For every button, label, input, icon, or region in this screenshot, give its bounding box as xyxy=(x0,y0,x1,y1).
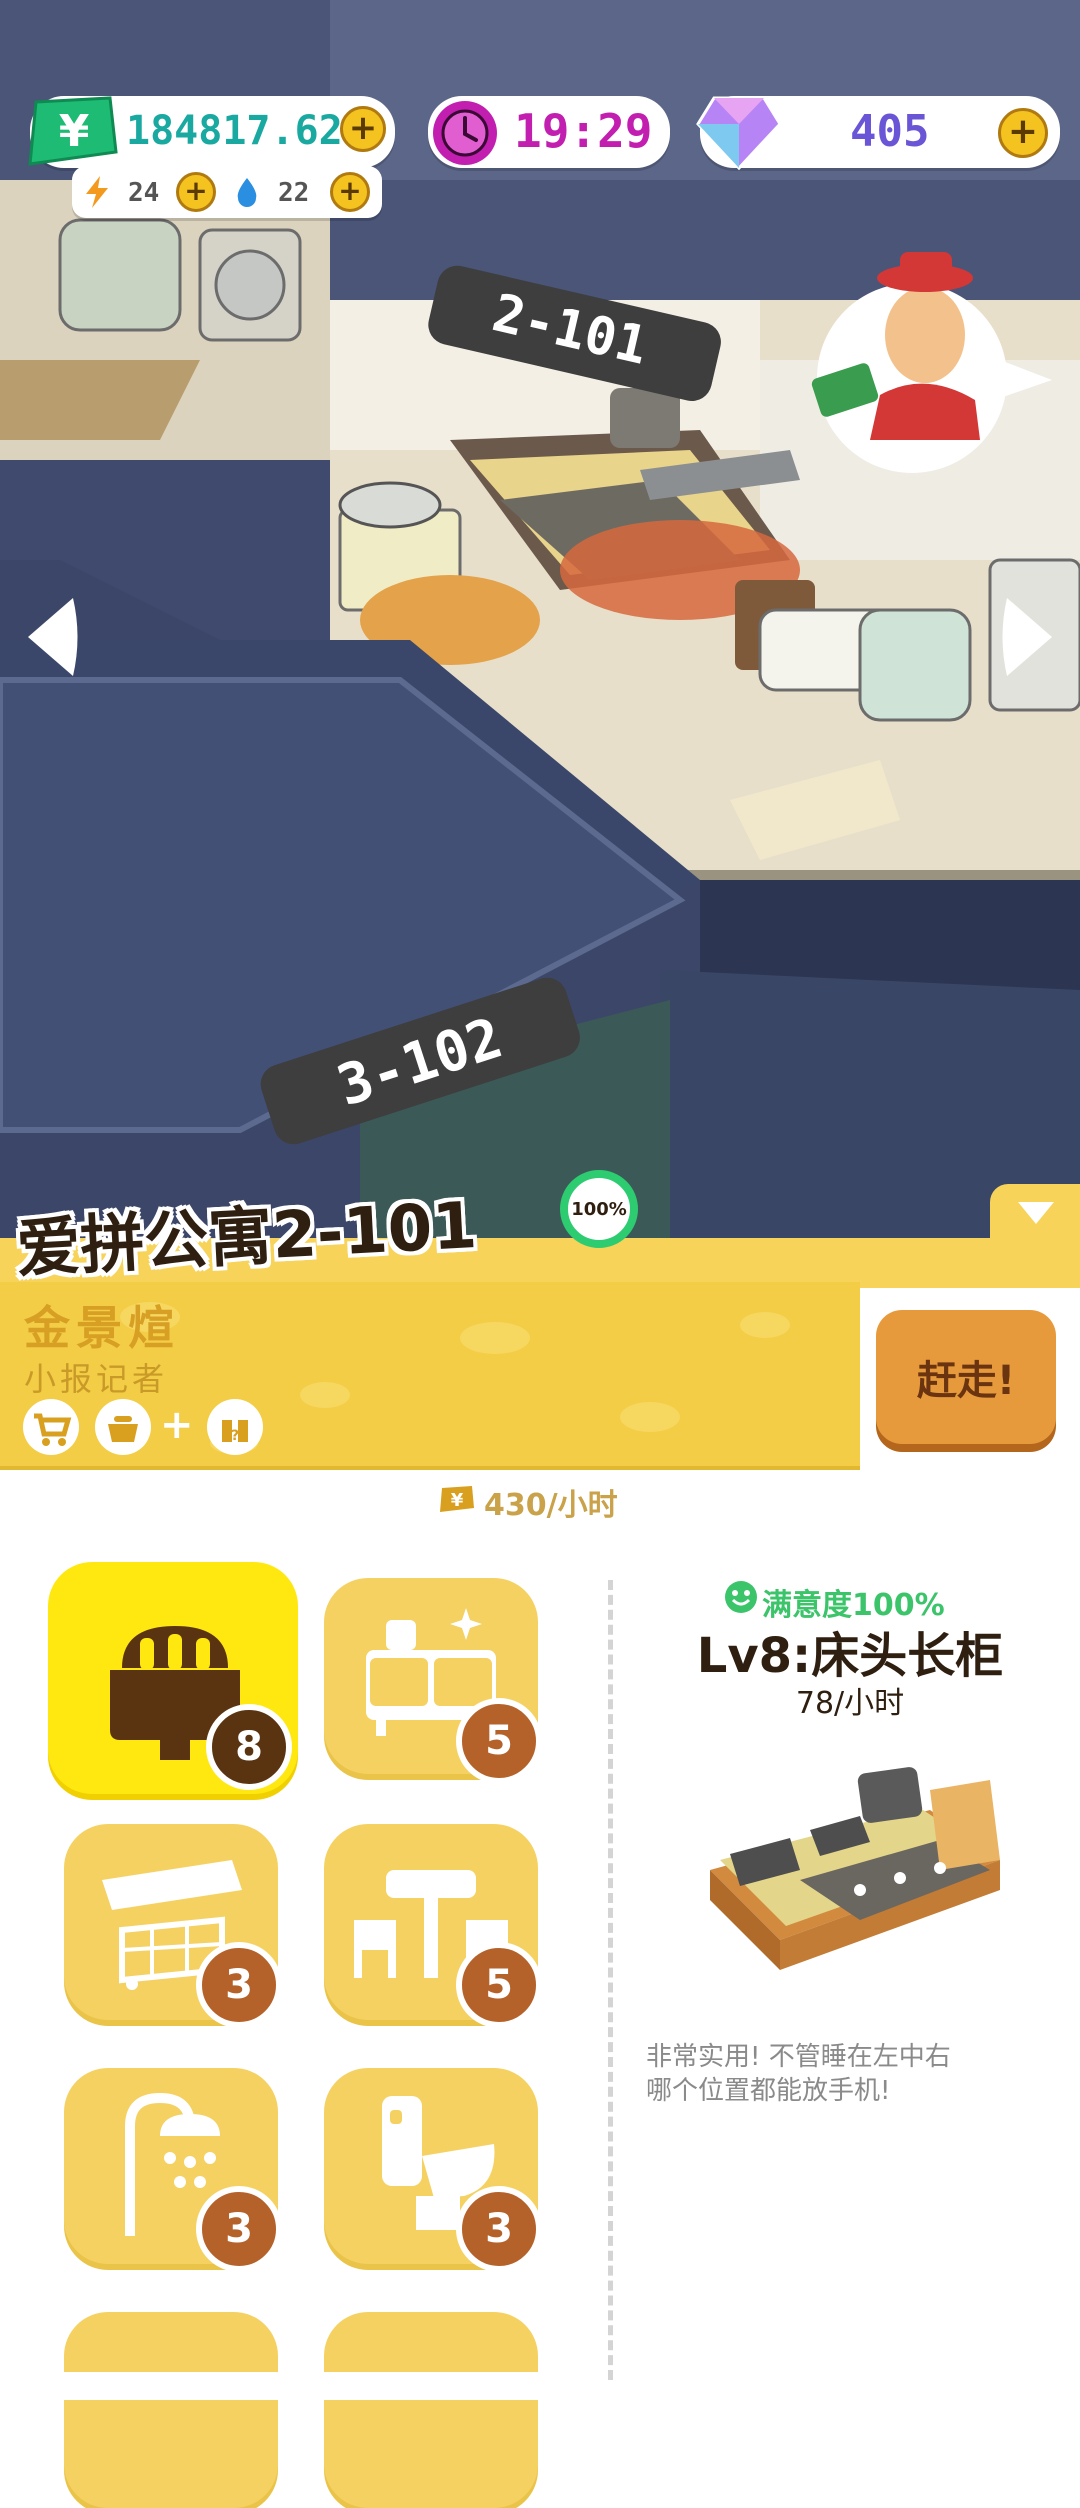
level-badge-shower: 3 xyxy=(196,2186,282,2272)
lightning-icon xyxy=(86,176,108,208)
money-value: 184817.62 xyxy=(126,108,343,154)
level-badge-shelf-cart: 3 xyxy=(196,1942,282,2028)
pot-icon xyxy=(95,1399,151,1455)
landlord-avatar[interactable] xyxy=(815,280,1055,480)
occupancy-ring: 100% xyxy=(560,1170,638,1248)
furniture-tile-partial-1[interactable] xyxy=(64,2312,278,2508)
level-badge-table-chairs: 5 xyxy=(456,1942,542,2028)
evict-label: 赶走! xyxy=(916,1358,1016,1404)
water-value: 22 xyxy=(278,178,310,208)
tenant-name: 金景煊 xyxy=(24,1301,180,1355)
item-rate: 78/小时 xyxy=(795,1686,905,1721)
gem-icon xyxy=(696,96,782,171)
level-badge-cabinet: 5 xyxy=(456,1698,542,1784)
bedside-cabinet-bed-image xyxy=(710,1767,1000,1970)
furniture-tile-partial-2[interactable] xyxy=(324,2312,538,2508)
nav-left-arrow-icon[interactable] xyxy=(18,592,84,682)
svg-text:?: ? xyxy=(231,1428,239,1444)
income-yen-icon: ¥ xyxy=(440,1486,474,1512)
energy-value: 24 xyxy=(128,178,160,208)
water-drop-icon xyxy=(237,178,257,207)
item-description-line1: 非常实用! 不管睡在左中右 xyxy=(646,2042,951,2072)
list-fade xyxy=(0,2372,600,2400)
clock-icon xyxy=(433,101,497,165)
panel-divider xyxy=(608,1580,613,2380)
add-money-button[interactable]: + xyxy=(340,106,386,152)
evict-button[interactable]: 赶走! xyxy=(876,1310,1056,1444)
yen-icon: ¥ xyxy=(28,96,118,166)
cart-icon xyxy=(23,1399,79,1455)
trait-plus: + xyxy=(160,1402,194,1448)
add-gems-button[interactable]: + xyxy=(998,108,1048,158)
income-rate: 430/小时 xyxy=(484,1488,618,1523)
level-badge-toilet: 3 xyxy=(456,2186,542,2272)
svg-text:¥: ¥ xyxy=(59,106,90,157)
gift-icon: ? xyxy=(207,1399,263,1455)
level-badge-bed: 8 xyxy=(206,1704,292,1790)
item-name: Lv8:床头长柜 xyxy=(696,1628,1004,1684)
game-time: 19:29 xyxy=(514,104,653,158)
item-description-line2: 哪个位置都能放手机! xyxy=(646,2076,891,2106)
add-water-button[interactable]: + xyxy=(330,172,370,212)
tenant-job: 小报记者 xyxy=(24,1360,169,1398)
add-energy-button[interactable]: + xyxy=(176,172,216,212)
collapse-arrow-icon[interactable] xyxy=(1014,1198,1058,1228)
nav-right-arrow-icon[interactable] xyxy=(996,592,1062,682)
gems-value: 405 xyxy=(850,106,930,157)
occupancy-value: 100% xyxy=(571,1198,627,1220)
smile-icon xyxy=(725,1581,757,1613)
svg-text:¥: ¥ xyxy=(451,1490,464,1511)
